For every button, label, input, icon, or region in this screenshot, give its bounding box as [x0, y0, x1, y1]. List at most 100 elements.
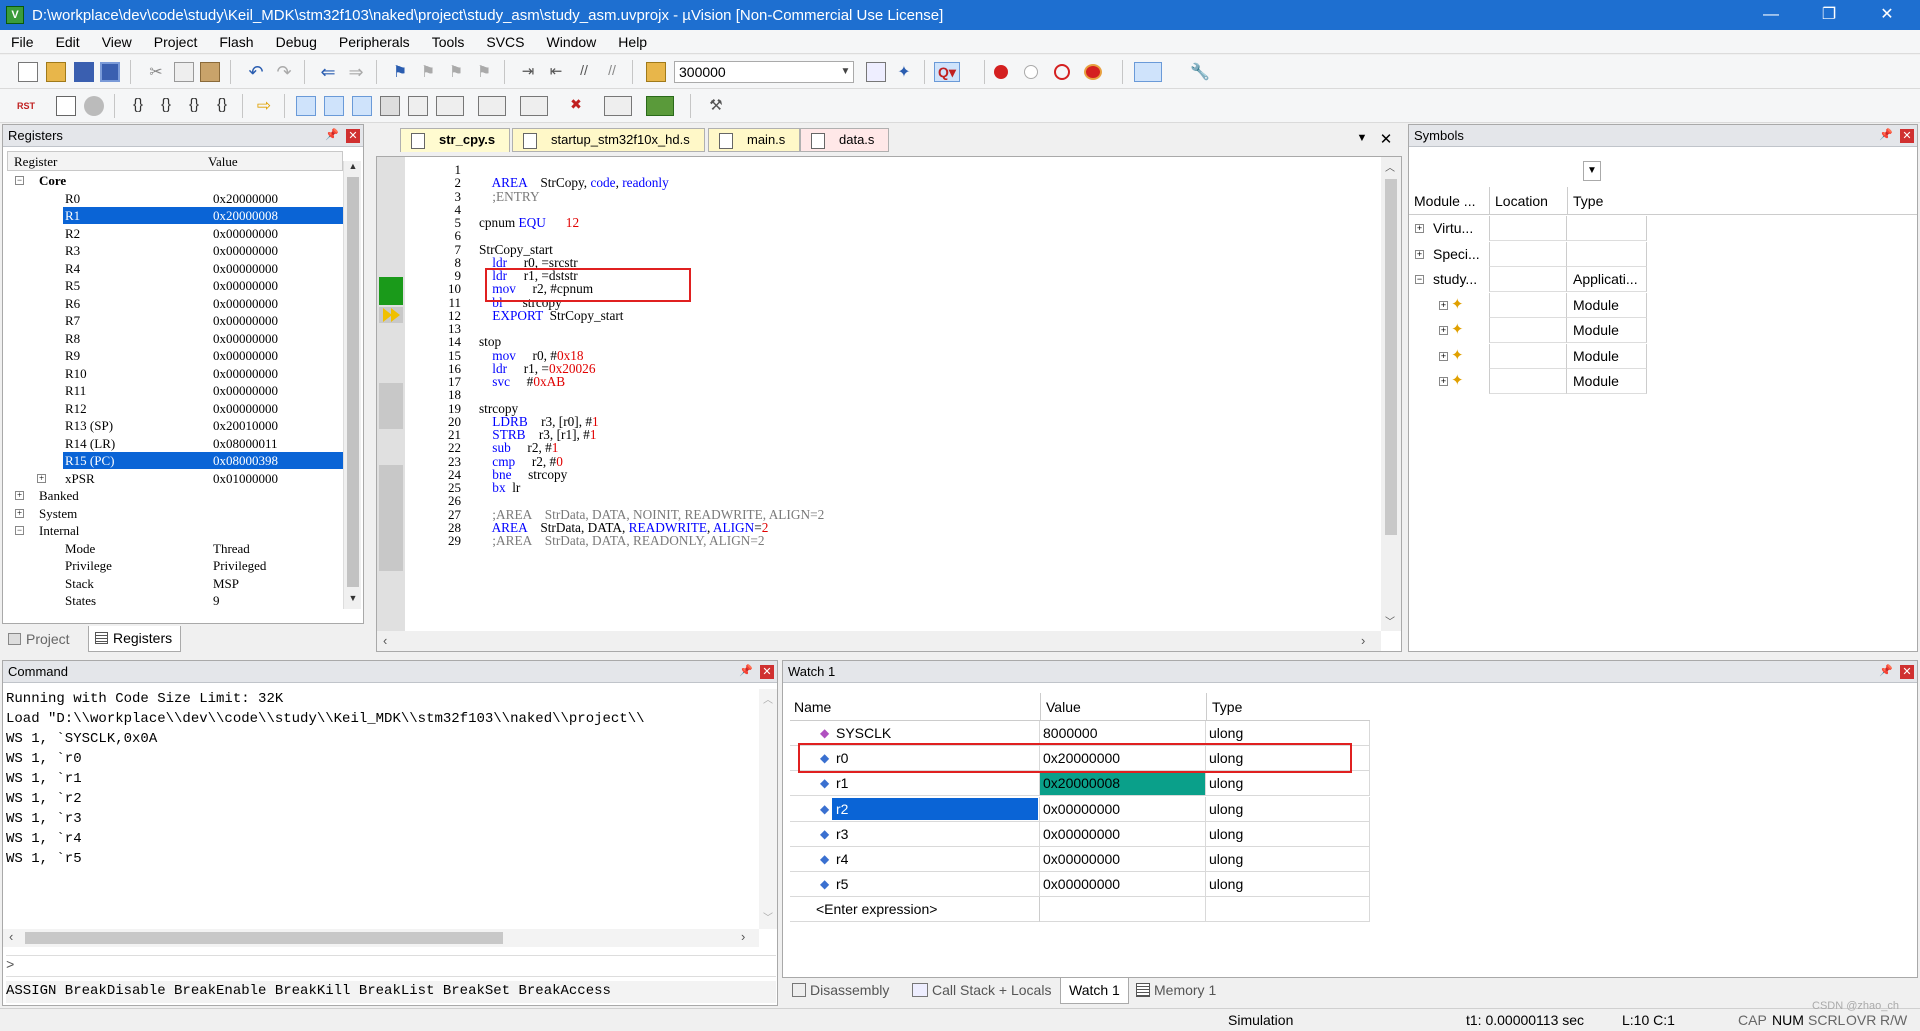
register-row[interactable]: R10 0x00000000 [7, 365, 343, 383]
step-over-icon[interactable]: {} [156, 96, 176, 116]
collapse-icon[interactable]: − [15, 176, 24, 185]
symbol-row[interactable]: + ✦ Module [1409, 318, 1649, 343]
close-panel-icon[interactable]: ✕ [346, 129, 360, 143]
register-group[interactable]: − Internal [7, 522, 343, 540]
prev-bookmark-icon[interactable]: ⚑ [418, 62, 438, 82]
expand-icon[interactable]: + [1439, 300, 1448, 310]
menu-window[interactable]: Window [536, 34, 608, 50]
watch-value-column[interactable]: Value [1046, 699, 1081, 715]
symbol-row[interactable]: − study... Applicati... [1409, 267, 1649, 292]
watch-name-cell[interactable]: ◆ r1 [790, 771, 1040, 797]
symbol-row[interactable]: + ✦ Module [1409, 292, 1649, 318]
redo-icon[interactable]: ↷ [274, 62, 294, 82]
register-value[interactable]: 0x00000000 [213, 365, 278, 382]
register-row[interactable]: R12 0x00000000 [7, 400, 343, 418]
menu-flash[interactable]: Flash [208, 34, 264, 50]
collapse-icon[interactable]: − [15, 526, 24, 535]
menu-svcs[interactable]: SVCS [475, 34, 535, 50]
module-column[interactable]: Module ... [1414, 193, 1475, 209]
menu-edit[interactable]: Edit [45, 34, 91, 50]
watch-type-column[interactable]: Type [1212, 699, 1242, 715]
editor-hscroll[interactable]: ‹ › [377, 631, 1381, 651]
register-value[interactable]: 0x08000398 [213, 452, 278, 469]
symbol-row[interactable]: + Virtu... [1409, 216, 1649, 241]
menu-view[interactable]: View [91, 34, 143, 50]
code-editor[interactable]: 12 AREA StrCopy, code, readonly 3 ;ENTRY 4… [376, 156, 1402, 652]
find-in-files-icon[interactable] [646, 62, 666, 82]
symbol-row[interactable]: + Speci... [1409, 241, 1649, 267]
navigate-back-icon[interactable]: ⇐ [318, 62, 338, 82]
menu-file[interactable]: File [0, 34, 45, 50]
watch-value[interactable]: 0x00000000 [1040, 796, 1206, 822]
expand-icon[interactable]: + [1439, 377, 1448, 386]
show-next-statement-icon[interactable]: ⇨ [254, 96, 274, 116]
disable-breakpoints-icon[interactable] [1054, 64, 1070, 80]
undo-icon[interactable]: ↶ [246, 62, 266, 82]
incremental-find-icon[interactable]: ✦ [894, 62, 914, 82]
save-all-icon[interactable] [100, 62, 120, 82]
tab-startup[interactable]: startup_stm32f10x_hd.s [512, 128, 705, 152]
menu-help[interactable]: Help [607, 34, 658, 50]
watch-name-cell[interactable]: ◆ r2 [790, 796, 1040, 822]
register-value[interactable]: 0x00000000 [213, 295, 278, 312]
symbol-row[interactable]: + ✦ Module [1409, 369, 1649, 394]
code-line[interactable]: bx lr [479, 480, 520, 496]
unindent-icon[interactable]: ⇤ [546, 62, 566, 82]
pin-icon[interactable]: 📌 [325, 129, 339, 142]
paste-icon[interactable] [200, 62, 220, 82]
internal-row[interactable]: States 9 [7, 592, 343, 610]
register-value[interactable]: 0x08000011 [213, 435, 278, 452]
tab-project[interactable]: Project [8, 628, 70, 650]
register-row[interactable]: R13 (SP) 0x20010000 [7, 417, 343, 435]
command-input[interactable]: > [6, 955, 776, 977]
collapse-icon[interactable]: − [1415, 275, 1424, 284]
watch-value[interactable]: 0x00000000 [1040, 847, 1206, 872]
tab-str-cpy[interactable]: str_cpy.s [400, 128, 511, 152]
register-row[interactable]: R4 0x00000000 [7, 260, 343, 278]
code-line[interactable]: EXPORT StrCopy_start [479, 308, 623, 324]
disassembly-window-icon[interactable] [324, 96, 344, 116]
register-row[interactable]: R0 0x20000000 [7, 190, 343, 208]
run-count-input[interactable]: 300000 [674, 61, 854, 83]
serial-window-icon[interactable] [520, 96, 548, 116]
register-value[interactable]: 0x20000008 [213, 207, 278, 224]
menu-peripherals[interactable]: Peripherals [328, 34, 421, 50]
run-icon[interactable] [56, 96, 76, 116]
expand-icon[interactable]: + [15, 508, 24, 518]
expand-icon[interactable]: + [1439, 326, 1448, 335]
navigate-forward-icon[interactable]: ⇒ [346, 62, 366, 82]
tab-memory-1[interactable]: Memory 1 [1134, 978, 1216, 1004]
register-row[interactable]: R7 0x00000000 [7, 312, 343, 330]
stop-icon[interactable] [84, 96, 104, 116]
restore-button[interactable]: ❐ [1806, 0, 1852, 30]
memory-window-icon[interactable] [478, 96, 506, 116]
command-hscroll[interactable]: ‹ › [3, 929, 759, 947]
watch-name-cell[interactable]: ◆ r4 [790, 847, 1040, 872]
register-value[interactable]: 0x00000000 [213, 260, 278, 277]
register-row[interactable]: R9 0x00000000 [7, 347, 343, 365]
register-row[interactable]: R11 0x00000000 [7, 382, 343, 400]
find-icon[interactable] [866, 62, 886, 82]
register-value[interactable]: 0x00000000 [213, 242, 278, 259]
editor-vscroll[interactable]: ︿ ﹀ [1381, 157, 1401, 631]
close-panel-icon[interactable]: ✕ [1900, 129, 1914, 143]
close-panel-icon[interactable]: ✕ [760, 665, 774, 679]
next-bookmark-icon[interactable]: ⚑ [446, 62, 466, 82]
system-viewer-icon[interactable] [646, 96, 674, 116]
register-value[interactable]: 0x00000000 [213, 225, 278, 242]
register-value[interactable]: 0x00000000 [213, 400, 278, 417]
configure-icon[interactable]: 🔧 [1190, 62, 1210, 82]
register-group[interactable]: + Banked [7, 487, 343, 505]
symbol-row[interactable]: + ✦ Module [1409, 343, 1649, 369]
watch-row[interactable]: ◆ r4 0x00000000 ulong [790, 847, 1370, 872]
register-group-core[interactable]: − Core [7, 172, 343, 190]
run-count-dropdown-icon[interactable]: ▼ [838, 62, 853, 82]
code-line[interactable]: svc #0xAB [479, 374, 565, 390]
tab-watch-1[interactable]: Watch 1 [1060, 978, 1129, 1004]
menu-debug[interactable]: Debug [265, 34, 328, 50]
registers-window-icon[interactable] [380, 96, 400, 116]
tab-disassembly[interactable]: Disassembly [790, 978, 889, 1004]
register-row[interactable]: R15 (PC) 0x08000398 [7, 452, 343, 470]
pin-icon[interactable]: 📌 [1879, 129, 1893, 142]
expand-icon[interactable]: + [1439, 351, 1448, 361]
